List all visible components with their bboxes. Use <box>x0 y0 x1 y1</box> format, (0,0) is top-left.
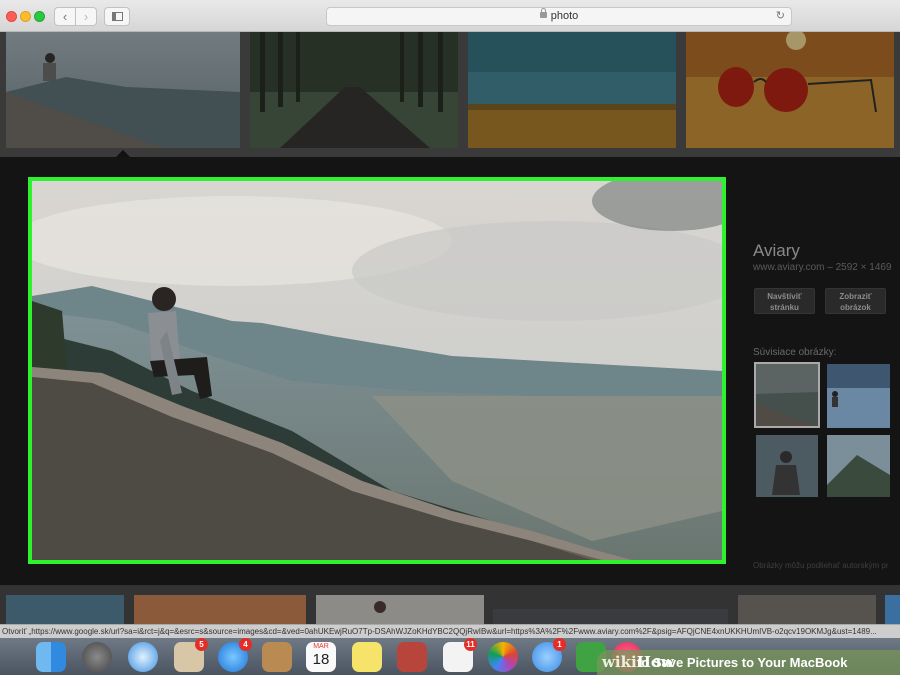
result-thumbnail-aviary[interactable] <box>6 32 240 148</box>
result-thumbnail-sunglasses[interactable] <box>686 32 894 148</box>
photos-icon[interactable] <box>488 642 518 672</box>
sidebar-icon <box>112 12 123 21</box>
app-store-icon[interactable]: 4 <box>218 638 252 672</box>
view-image-button[interactable]: Zobraziť obrázok <box>825 288 886 314</box>
dim-overlay <box>468 32 676 148</box>
wikihow-watermark: wikiHow to Save Pictures to Your MacBook <box>597 650 900 675</box>
selection-pointer <box>116 150 130 157</box>
calendar-icon[interactable]: MAR 18 <box>306 642 336 672</box>
selected-image-preview[interactable] <box>28 177 726 564</box>
address-text: photo <box>550 10 579 22</box>
notes-icon[interactable] <box>352 642 382 672</box>
app-store-badge: 4 <box>239 638 252 651</box>
related-clouds-thumb <box>827 364 890 428</box>
copyright-note: Obrázky môžu podliehať autorským pr <box>753 561 889 570</box>
sidebar-toggle-button[interactable] <box>104 7 130 26</box>
image-results-row-2 <box>0 585 900 625</box>
reload-icon[interactable]: ↻ <box>776 8 785 25</box>
address-bar[interactable]: photo ↻ <box>326 7 792 26</box>
preview-site-meta: www.aviary.com – 2592 × 1469 <box>753 262 892 273</box>
back-button[interactable]: ‹ <box>54 7 76 26</box>
related-image-2[interactable] <box>827 364 890 428</box>
result-thumbnail-field[interactable] <box>468 32 676 148</box>
messages-badge: 1 <box>553 638 566 651</box>
finder-icon[interactable] <box>36 642 66 672</box>
bottom-thumbnails <box>6 595 900 625</box>
browser-toolbar: ‹ › photo ↻ <box>0 0 900 32</box>
messages-icon[interactable]: 1 <box>532 638 566 672</box>
visit-page-button[interactable]: Navštíviť stránku <box>754 288 815 314</box>
result-thumbnail-road[interactable] <box>250 32 458 148</box>
dim-overlay <box>6 32 240 148</box>
mail-stamp-icon[interactable]: 5 <box>174 638 208 672</box>
forward-button[interactable]: › <box>75 7 97 26</box>
zoom-window-button[interactable] <box>34 11 45 22</box>
launchpad-icon[interactable] <box>82 642 112 672</box>
reminders-badge: 11 <box>464 638 477 651</box>
preview-site-name: Aviary <box>753 241 800 260</box>
wikihow-logo-wiki: wiki <box>602 653 637 671</box>
related-images-label: Súvisiace obrázky: <box>753 347 837 358</box>
minimize-window-button[interactable] <box>20 11 31 22</box>
related-image-1[interactable] <box>754 362 820 428</box>
chevron-right-icon: › <box>83 9 89 24</box>
safari-icon[interactable] <box>128 642 158 672</box>
related-image-3[interactable] <box>756 435 818 497</box>
chevron-left-icon: ‹ <box>62 9 68 24</box>
calendar-day: 18 <box>312 651 330 668</box>
man-on-wall-photo <box>32 181 722 560</box>
related-image-4[interactable] <box>827 435 890 497</box>
calendar-month: MAR <box>313 643 329 650</box>
wikihow-article-title: to Save Pictures to Your MacBook <box>637 655 848 670</box>
dim-overlay <box>250 32 458 148</box>
photo-booth-icon[interactable] <box>397 642 427 672</box>
related-mountain-thumb <box>756 364 818 426</box>
reminders-icon[interactable]: 11 <box>443 638 477 672</box>
status-url-bar: Otvoriť „https://www.google.sk/url?sa=i&… <box>0 624 900 638</box>
screen: ‹ › photo ↻ Aviary www.aviary.com – 2592… <box>0 0 900 675</box>
dim-overlay <box>686 32 894 148</box>
lock-icon <box>539 8 547 18</box>
related-person-thumb <box>756 435 818 497</box>
image-results-row <box>0 32 900 157</box>
contacts-icon[interactable] <box>262 642 292 672</box>
mail-badge: 5 <box>195 638 208 651</box>
related-hill-thumb <box>827 435 890 497</box>
close-window-button[interactable] <box>6 11 17 22</box>
